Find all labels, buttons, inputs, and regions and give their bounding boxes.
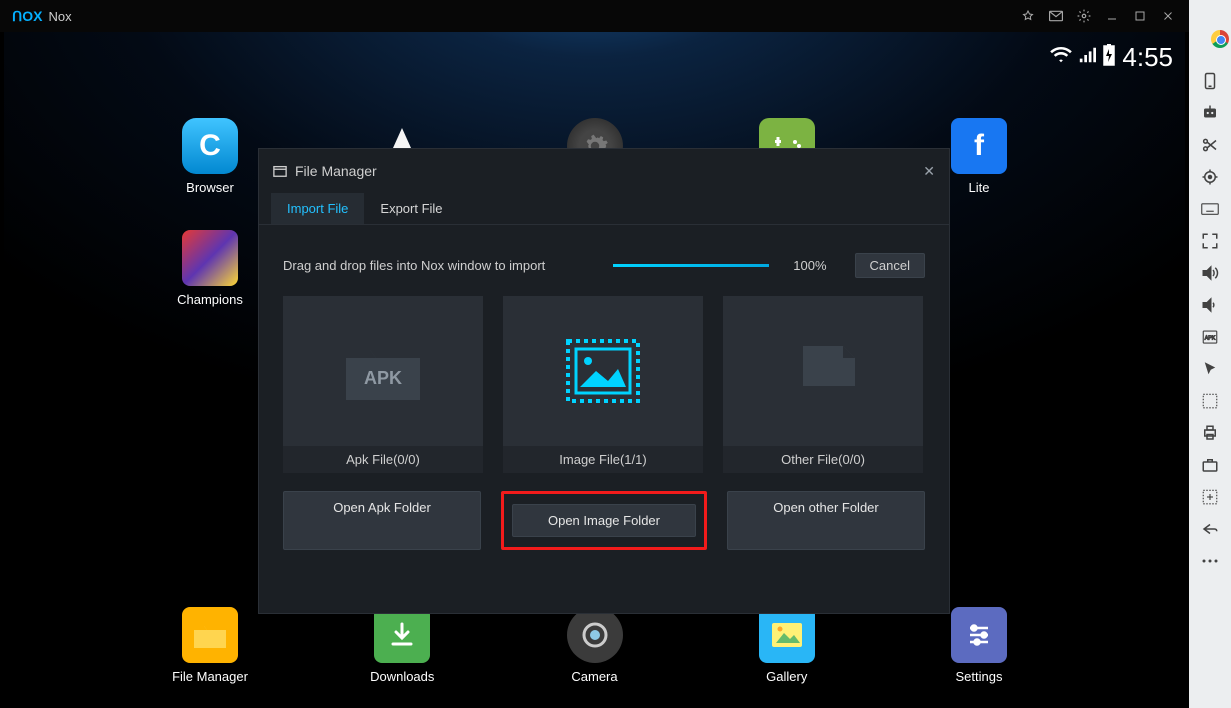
sidebar-plus-box-icon[interactable] (1197, 484, 1223, 510)
folder-icon (182, 607, 238, 663)
camera-icon (567, 607, 623, 663)
sidebar-location-icon[interactable] (1197, 164, 1223, 190)
apk-file-card[interactable]: APK Apk File(0/0) (283, 296, 483, 473)
drop-instruction: Drag and drop files into Nox window to i… (283, 258, 545, 273)
image-file-card[interactable]: Image File(1/1) (503, 296, 703, 473)
sidebar-robot-icon[interactable] (1197, 100, 1223, 126)
modal-close-button[interactable]: ✕ (923, 163, 935, 180)
highlight-annotation: Open Image Folder (501, 491, 707, 550)
open-apk-folder-button[interactable]: Open Apk Folder (283, 491, 481, 550)
app-gallery[interactable]: Gallery (751, 607, 823, 684)
mail-icon[interactable] (1049, 9, 1063, 23)
app-file-manager[interactable]: File Manager (174, 607, 246, 684)
window-title: Nox (48, 9, 71, 24)
svg-text:APK: APK (1205, 335, 1216, 341)
minimize-icon[interactable] (1105, 9, 1119, 23)
window-icon (273, 164, 287, 178)
other-file-card[interactable]: Other File(0/0) (723, 296, 923, 473)
facebook-icon: f (951, 118, 1007, 174)
wifi-icon (1050, 46, 1072, 69)
progress-bar (613, 264, 769, 267)
sidebar-fullscreen-icon[interactable] (1197, 228, 1223, 254)
sidebar-volume-down-icon[interactable] (1197, 292, 1223, 318)
progress-percent: 100% (793, 258, 826, 273)
sidebar-apk-icon[interactable]: APK (1197, 324, 1223, 350)
sidebar-keyboard-icon[interactable] (1197, 196, 1223, 222)
open-other-folder-button[interactable]: Open other Folder (727, 491, 925, 550)
battery-icon (1102, 44, 1116, 71)
app-settings-dock[interactable]: Settings (943, 607, 1015, 684)
sidebar-phone-icon[interactable] (1197, 68, 1223, 94)
maximize-icon[interactable] (1133, 9, 1147, 23)
image-stamp-icon (564, 337, 642, 405)
modal-title: File Manager (295, 163, 377, 179)
app-titlebar: ᑎOX Nox (0, 0, 1189, 32)
download-icon (374, 607, 430, 663)
sidebar-cursor-icon[interactable] (1197, 356, 1223, 382)
document-stack-icon (781, 336, 865, 406)
modal-tabs: Import File Export File (259, 193, 949, 225)
app-browser[interactable]: C Browser (174, 118, 246, 195)
svg-text:APK: APK (364, 368, 402, 388)
sliders-icon (951, 607, 1007, 663)
cancel-button[interactable]: Cancel (855, 253, 925, 278)
host-right-sidebar: APK (1189, 0, 1231, 708)
app-champions[interactable]: Champions (174, 230, 246, 307)
file-manager-modal: File Manager ✕ Import File Export File D… (258, 148, 950, 614)
gallery-icon (759, 607, 815, 663)
tab-export[interactable]: Export File (364, 193, 458, 224)
gear-icon[interactable] (1077, 9, 1091, 23)
app-downloads[interactable]: Downloads (366, 607, 438, 684)
other-card-label: Other File(0/0) (723, 446, 923, 473)
clock: 4:55 (1122, 42, 1173, 73)
sidebar-back-icon[interactable] (1197, 516, 1223, 542)
champions-icon (182, 230, 238, 286)
tab-import[interactable]: Import File (271, 193, 364, 224)
android-statusbar: 4:55 (1050, 42, 1173, 73)
sidebar-toolbox-icon[interactable] (1197, 452, 1223, 478)
image-card-label: Image File(1/1) (503, 446, 703, 473)
sidebar-more-icon[interactable] (1197, 548, 1223, 574)
sidebar-dots-icon[interactable] (1197, 388, 1223, 414)
chrome-icon[interactable] (1211, 30, 1229, 48)
browser-icon: C (182, 118, 238, 174)
apk-folder-icon: APK (338, 334, 428, 408)
signal-icon (1078, 46, 1096, 69)
apk-card-label: Apk File(0/0) (283, 446, 483, 473)
pin-icon[interactable] (1021, 9, 1035, 23)
sidebar-scissors-icon[interactable] (1197, 132, 1223, 158)
open-image-folder-button[interactable]: Open Image Folder (512, 504, 696, 537)
sidebar-volume-up-icon[interactable] (1197, 260, 1223, 286)
app-facebook-lite[interactable]: f Lite (943, 118, 1015, 195)
nox-logo: ᑎOX (12, 8, 42, 25)
app-camera[interactable]: Camera (559, 607, 631, 684)
sidebar-printer-icon[interactable] (1197, 420, 1223, 446)
android-screen: 4:55 C Browser (4, 32, 1185, 704)
close-icon[interactable] (1161, 9, 1175, 23)
